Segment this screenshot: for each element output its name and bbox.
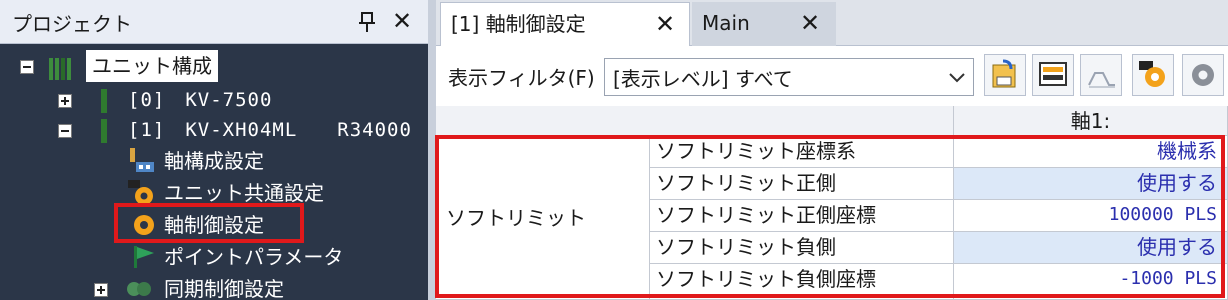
tree-item-label: [0] KV-7500: [128, 89, 273, 111]
row-value-text: 使用する: [1137, 235, 1217, 259]
tree-item-kv-xh04ml[interactable]: [1] KV-XH04ML R34000: [128, 114, 412, 146]
settings-gear-icon: [1139, 61, 1165, 87]
tab-label: Main: [702, 11, 750, 35]
tree-item-point-parameters[interactable]: ポイントパラメータ: [164, 241, 343, 273]
row-name: ソフトリミット座標系: [656, 139, 856, 163]
project-pane: プロジェクト ✕ ユニット構成 [0] KV-7500 [1] KV-XH04M…: [0, 0, 428, 300]
row-value-text: 機械系: [1157, 139, 1217, 163]
tree-item-label: 軸構成設定: [164, 149, 264, 173]
close-icon[interactable]: ✕: [800, 2, 820, 44]
row-value[interactable]: 使用する: [954, 168, 1228, 200]
gear-icon: [1192, 64, 1214, 86]
project-pane-header: プロジェクト ✕: [0, 0, 428, 44]
axis-config-icon: [130, 148, 154, 172]
table-row: ソフトリミット正側: [650, 168, 954, 200]
tab-label: [1] 軸制御設定: [451, 12, 586, 36]
table-row: ソフトリミット正側座標: [650, 200, 954, 232]
tree-item-unit-config[interactable]: ユニット構成: [86, 50, 218, 82]
tree-item-axis-control-settings[interactable]: 軸制御設定: [164, 209, 264, 241]
collapse-expander[interactable]: [58, 124, 72, 138]
tree-item-label: 同期制御設定: [164, 277, 284, 300]
column-header-label: 軸1:: [1070, 109, 1111, 133]
open-file-button[interactable]: [984, 54, 1026, 96]
open-file-icon: [992, 59, 1016, 88]
table-row: ソフトリミット座標系: [650, 136, 954, 168]
gear-button[interactable]: [1182, 54, 1224, 96]
filter-label: 表示フィルタ(F): [448, 66, 595, 90]
filter-value: [表示レベル] すべて: [613, 67, 793, 91]
monitor-icon: [1039, 62, 1067, 86]
close-icon[interactable]: ✕: [655, 3, 675, 45]
unit-config-icon: [49, 58, 71, 80]
chevron-down-icon: [949, 73, 965, 83]
column-header-axis1: 軸1:: [954, 106, 1228, 136]
property-grid: 軸1: ソフトリミット ソフトリミット座標系 機械系 ソフトリミット正側 使用す…: [436, 106, 1228, 300]
chart-button[interactable]: [1080, 54, 1122, 96]
flag-icon: [134, 246, 154, 268]
tree-item-axis-config[interactable]: 軸構成設定: [164, 145, 264, 177]
expand-expander[interactable]: [94, 283, 108, 297]
tree-item-label: ポイントパラメータ: [164, 245, 344, 269]
tree-item-label: 軸制御設定: [164, 213, 264, 237]
project-pane-title: プロジェクト: [12, 12, 132, 36]
chart-icon: [1088, 72, 1115, 88]
close-icon[interactable]: ✕: [392, 8, 412, 34]
sync-icon: [127, 282, 151, 296]
row-name: ソフトリミット正側座標: [656, 203, 876, 227]
gear-icon: [134, 215, 154, 235]
row-value[interactable]: 機械系: [954, 136, 1228, 168]
row-value[interactable]: 使用する: [954, 232, 1228, 264]
cpu-unit-icon: [101, 89, 107, 113]
motion-unit-icon: [101, 119, 107, 143]
row-value-text: -1000 PLS: [1119, 268, 1217, 289]
row-value-text: 100000 PLS: [1108, 204, 1217, 225]
monitor-button[interactable]: [1032, 54, 1074, 96]
row-value[interactable]: -1000 PLS: [954, 264, 1228, 300]
tree-item-label: ユニット構成: [92, 54, 212, 78]
group-label: ソフトリミット: [446, 206, 586, 230]
tree-item-sync-control-settings[interactable]: 同期制御設定: [164, 273, 284, 300]
tree-item-kv7500[interactable]: [0] KV-7500: [128, 84, 272, 116]
group-label-cell: ソフトリミット: [436, 136, 650, 300]
row-name: ソフトリミット負側座標: [656, 267, 876, 291]
table-row: ソフトリミット負側: [650, 232, 954, 264]
tab-main[interactable]: Main ✕: [692, 2, 836, 46]
row-value-text: 使用する: [1137, 171, 1217, 195]
settings-button[interactable]: [1132, 54, 1174, 96]
row-name: ソフトリミット正側: [656, 171, 836, 195]
row-value[interactable]: 100000 PLS: [954, 200, 1228, 232]
pin-icon[interactable]: [356, 10, 378, 34]
tree-item-label: ユニット共通設定: [164, 181, 324, 205]
collapse-expander[interactable]: [20, 60, 34, 74]
tree-item-label: [1] KV-XH04ML R34000: [128, 119, 412, 141]
tab-axis-control-settings[interactable]: [1] 軸制御設定 ✕: [440, 2, 690, 46]
grid-header-spacer: [436, 106, 954, 136]
expand-expander[interactable]: [58, 94, 72, 108]
row-name: ソフトリミット負側: [656, 235, 836, 259]
pane-splitter[interactable]: [428, 0, 436, 300]
filter-select[interactable]: [表示レベル] すべて: [604, 58, 974, 96]
table-row: ソフトリミット負側座標: [650, 264, 954, 300]
